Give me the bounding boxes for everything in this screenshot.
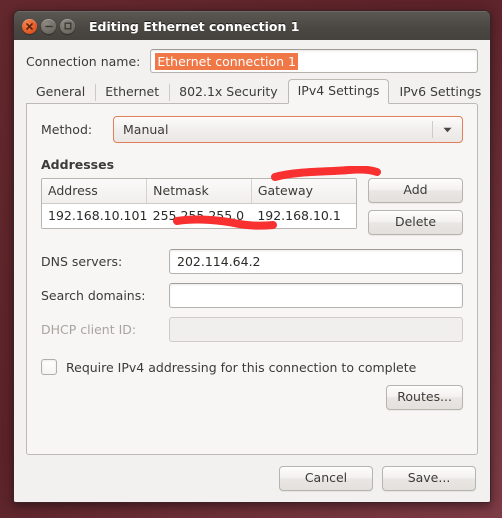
ipv4-settings-panel: Method: Manual Addresses Address Netmask… [26,103,478,455]
search-domains-input[interactable] [169,283,463,308]
require-ipv4-checkbox[interactable] [41,359,57,375]
dhcp-client-id-input [169,317,463,342]
delete-button[interactable]: Delete [368,210,463,235]
connection-name-label: Connection name: [26,53,141,69]
column-header-netmask[interactable]: Netmask [146,179,252,204]
table-header-row: Address Netmask Gateway [42,179,356,204]
search-domains-label: Search domains: [41,288,146,303]
add-button[interactable]: Add [368,178,463,203]
close-button[interactable] [22,18,37,34]
tab-ethernet[interactable]: Ethernet [95,80,169,104]
method-arrow-area [432,117,462,142]
column-header-gateway[interactable]: Gateway [251,179,356,204]
minimize-icon [44,25,53,27]
addresses-table[interactable]: Address Netmask Gateway 192.168.10.101 2… [41,178,357,229]
maximize-icon [64,22,71,30]
dhcp-client-id-row: DHCP client ID: [41,317,463,342]
tab-general[interactable]: General [26,80,95,104]
tab-ipv4-settings[interactable]: IPv4 Settings [287,79,390,104]
method-value: Manual [123,122,169,137]
title-bar[interactable]: Editing Ethernet connection 1 [14,11,490,40]
maximize-button[interactable] [60,18,75,34]
dialog-action-bar: Cancel Save... [14,455,490,502]
column-header-address[interactable]: Address [42,179,148,204]
cell-address[interactable]: 192.168.10.101 [42,203,147,228]
method-row: Method: Manual [41,116,463,143]
cell-netmask[interactable]: 255.255.255.0 [146,203,252,228]
connection-name-value: Ethernet connection 1 [155,52,298,70]
routes-row: Routes... [41,385,463,410]
require-ipv4-row[interactable]: Require IPv4 addressing for this connect… [41,359,463,375]
minimize-button[interactable] [41,18,56,34]
dns-servers-row: DNS servers: 202.114.64.2 [41,249,463,274]
addresses-buttons: Add Delete [368,178,463,235]
tab-ipv6-settings[interactable]: IPv6 Settings [389,80,490,104]
dns-servers-input[interactable]: 202.114.64.2 [169,249,463,274]
method-label: Method: [41,122,93,137]
tab-8021x-security[interactable]: 802.1x Security [169,80,288,104]
addresses-area: Address Netmask Gateway 192.168.10.101 2… [41,178,463,235]
require-ipv4-label: Require IPv4 addressing for this connect… [66,359,417,375]
connection-name-input[interactable]: Ethernet connection 1 [150,49,478,73]
save-button[interactable]: Save... [382,466,476,491]
dialog-window: Editing Ethernet connection 1 Connection… [13,10,491,503]
cell-gateway[interactable]: 192.168.10.1 [251,203,356,228]
close-icon [26,22,33,30]
window-title: Editing Ethernet connection 1 [89,18,300,34]
dhcp-client-id-label: DHCP client ID: [41,322,137,337]
dns-servers-label: DNS servers: [41,254,123,269]
table-row[interactable]: 192.168.10.101 255.255.255.0 192.168.10.… [42,203,356,228]
search-domains-row: Search domains: [41,283,463,308]
tab-bar: General Ethernet 802.1x Security IPv4 Se… [14,79,490,104]
chevron-down-icon [443,127,451,132]
method-dropdown[interactable]: Manual [113,116,463,143]
window-body: Connection name: Ethernet connection 1 G… [14,40,490,502]
cancel-button[interactable]: Cancel [279,466,373,491]
connection-name-row: Connection name: Ethernet connection 1 [14,40,490,79]
addresses-section-label: Addresses [41,157,115,172]
routes-button[interactable]: Routes... [386,385,463,410]
